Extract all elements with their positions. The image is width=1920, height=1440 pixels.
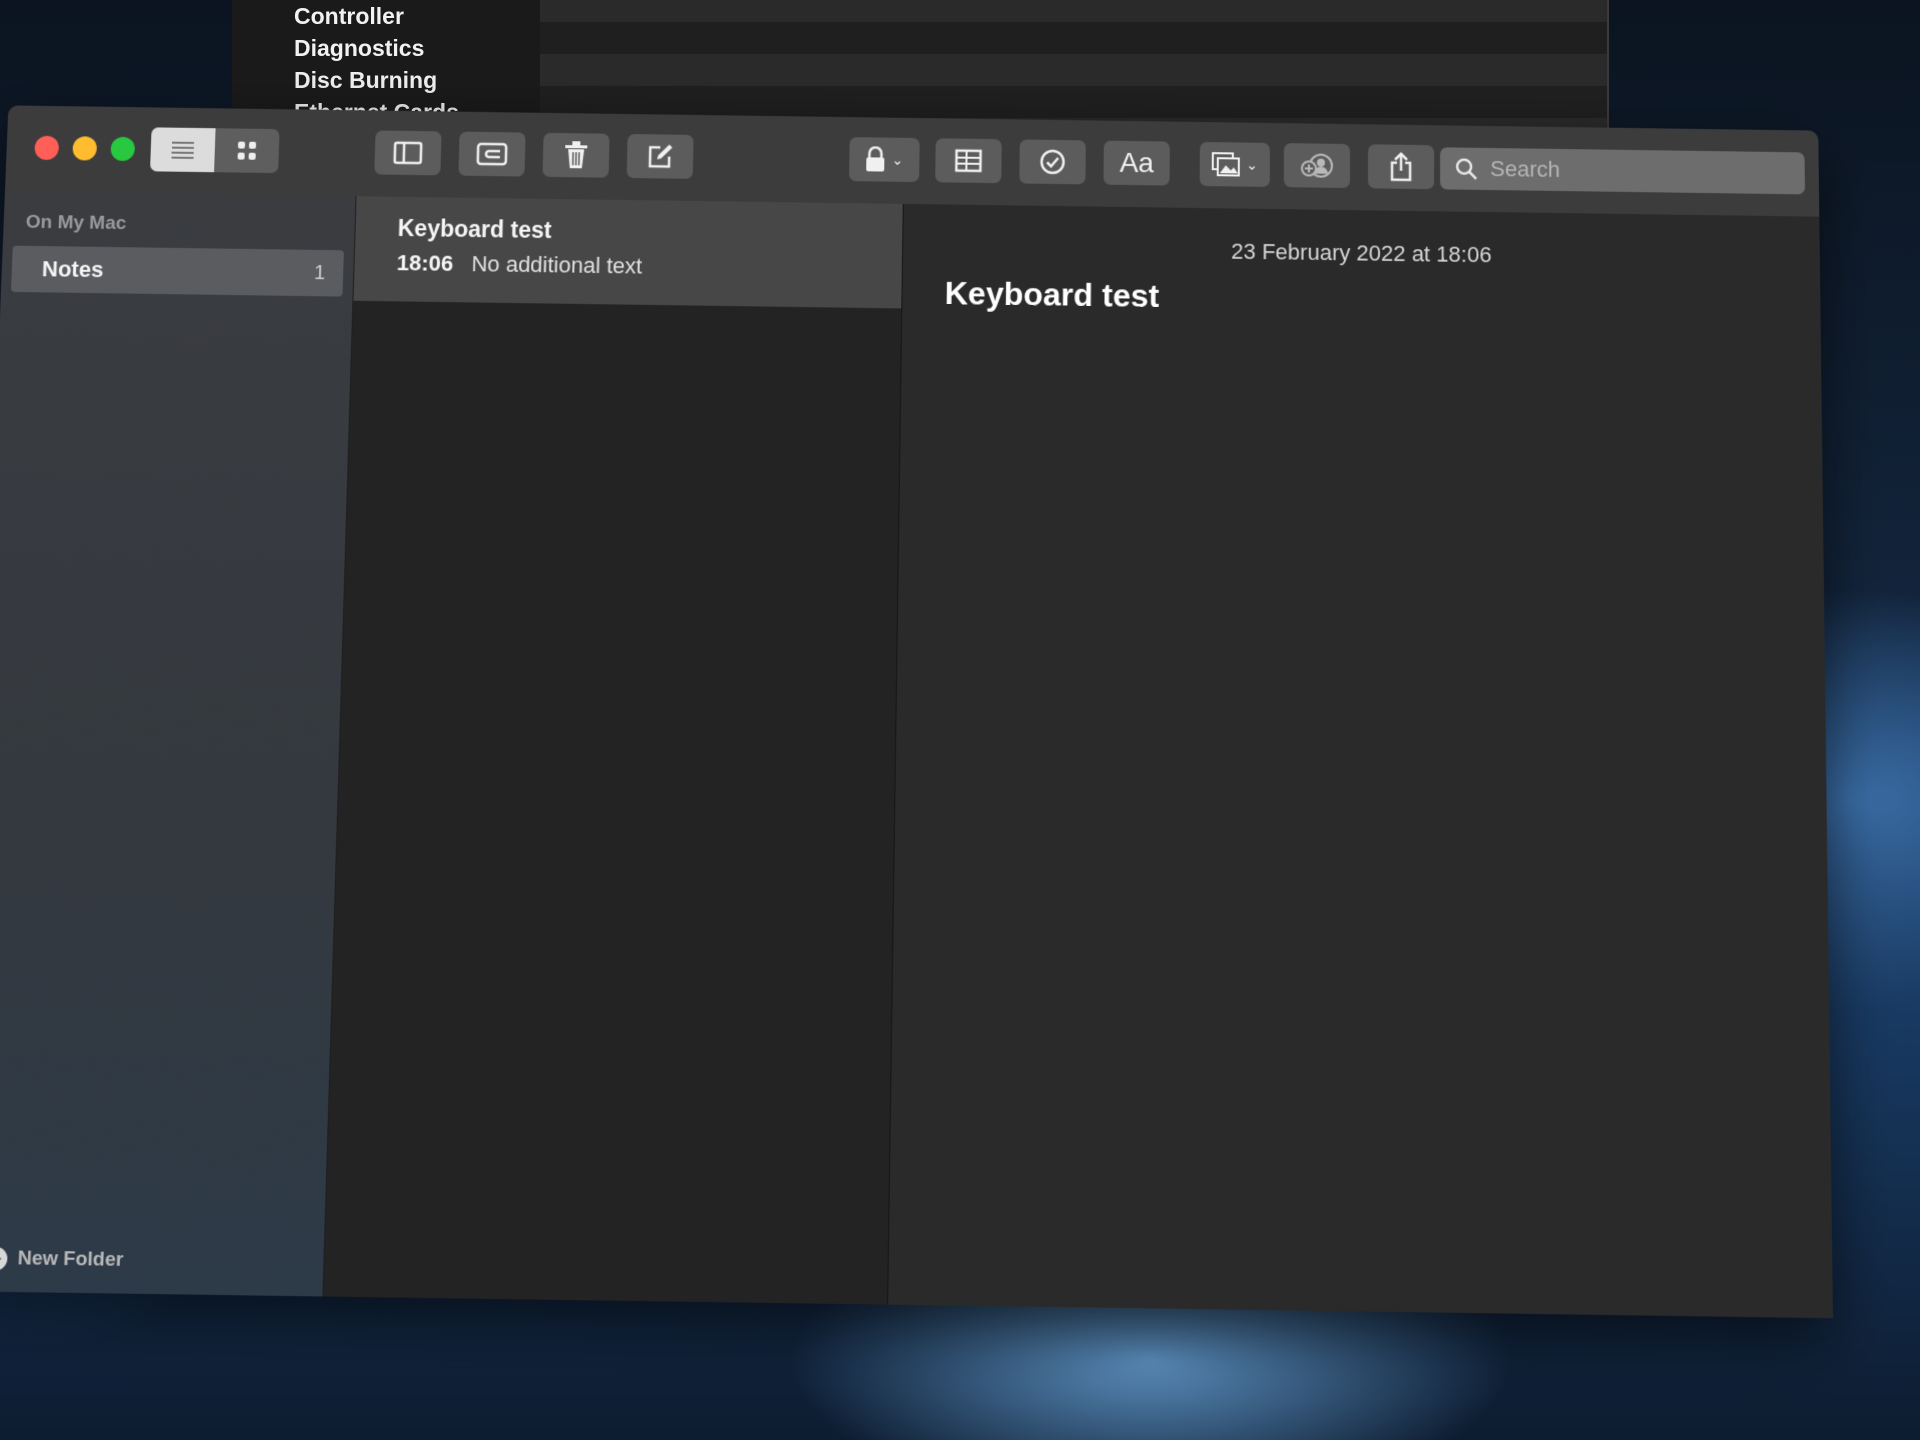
- checklist-icon: [1038, 148, 1066, 176]
- folders-sidebar: On My Mac Notes 1 + New Folder: [0, 191, 357, 1297]
- delete-button[interactable]: [542, 132, 610, 178]
- lock-button[interactable]: ⌄: [848, 137, 920, 183]
- folder-note-count: 1: [313, 261, 326, 284]
- bg-list-item[interactable]: Disc Burning: [294, 66, 459, 94]
- background-window-list: Controller Diagnostics Disc Burning Ethe…: [294, 2, 459, 126]
- trash-icon: [564, 141, 587, 169]
- note-title[interactable]: Keyboard test: [944, 275, 1159, 315]
- new-folder-button[interactable]: + New Folder: [0, 1246, 124, 1272]
- share-button[interactable]: [1367, 144, 1435, 190]
- table-icon: [954, 149, 982, 173]
- format-button[interactable]: Aa: [1103, 140, 1170, 186]
- section-label-on-my-mac: On My Mac: [25, 211, 127, 235]
- lock-icon: [866, 146, 885, 172]
- zoom-button[interactable]: [110, 136, 136, 162]
- new-folder-label: New Folder: [17, 1247, 124, 1272]
- list-view-icon: [171, 141, 194, 159]
- list-view-button[interactable]: [149, 127, 216, 173]
- note-list: Keyboard test 18:06 No additional text: [323, 196, 904, 1305]
- table-button[interactable]: [935, 138, 1002, 184]
- gallery-view-button[interactable]: [214, 128, 280, 173]
- sidebar-item-notes[interactable]: Notes 1: [10, 245, 344, 297]
- chevron-down-icon: ⌄: [1245, 156, 1258, 173]
- attachments-button[interactable]: [458, 131, 526, 177]
- note-date: 23 February 2022 at 18:06: [1231, 238, 1492, 268]
- add-people-icon: [1300, 151, 1334, 179]
- note-item-preview: No additional text: [471, 251, 643, 279]
- plus-circle-icon: +: [0, 1246, 8, 1271]
- view-mode-segmented-control: [149, 127, 280, 174]
- sidebar-icon: [392, 141, 423, 165]
- bg-list-item[interactable]: Controller: [294, 2, 459, 30]
- note-item-time: 18:06: [396, 250, 454, 276]
- bg-list-item[interactable]: Diagnostics: [294, 34, 459, 62]
- media-button[interactable]: ⌄: [1199, 141, 1270, 187]
- attachments-icon: [475, 142, 508, 166]
- checklist-button[interactable]: [1019, 139, 1086, 185]
- note-list-item[interactable]: Keyboard test 18:06 No additional text: [353, 196, 903, 309]
- notes-window: ⌄ Aa ⌄ On My Mac Notes 1: [0, 105, 1833, 1319]
- close-button[interactable]: [34, 135, 60, 161]
- note-editor[interactable]: 23 February 2022 at 18:06 Keyboard test: [888, 203, 1833, 1319]
- collaborate-button[interactable]: [1283, 143, 1351, 189]
- format-icon: Aa: [1119, 146, 1154, 179]
- share-icon: [1389, 152, 1413, 182]
- folder-name: Notes: [41, 256, 104, 283]
- gallery-view-icon: [237, 141, 256, 160]
- note-item-title: Keyboard test: [397, 214, 552, 244]
- chevron-down-icon: ⌄: [891, 151, 904, 168]
- note-item-meta: 18:06 No additional text: [396, 250, 902, 283]
- search-field[interactable]: [1440, 147, 1806, 195]
- compose-button[interactable]: [626, 133, 694, 179]
- toggle-sidebar-button[interactable]: [374, 130, 442, 176]
- search-input[interactable]: [1488, 154, 1793, 188]
- photo-icon: [1212, 152, 1240, 176]
- search-icon: [1454, 156, 1478, 180]
- compose-icon: [647, 144, 672, 168]
- minimize-button[interactable]: [72, 136, 98, 161]
